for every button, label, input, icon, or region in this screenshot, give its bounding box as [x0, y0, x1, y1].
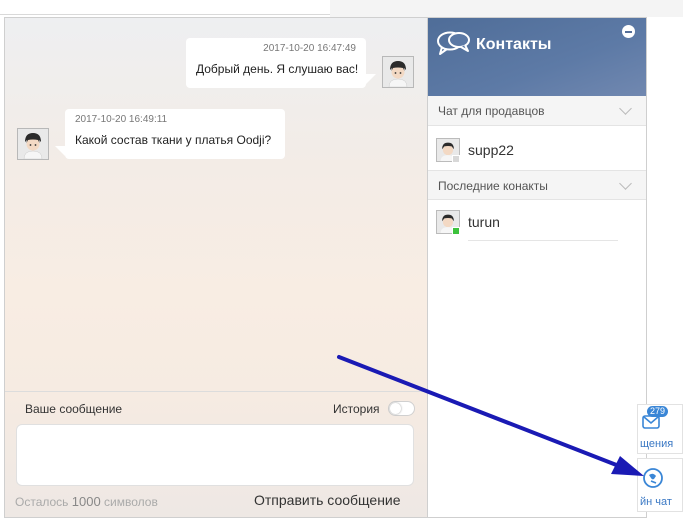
avatar	[17, 128, 49, 160]
online-chat-side-tab[interactable]: йн чат	[637, 458, 683, 512]
bubble-tail	[366, 74, 376, 84]
contacts-panel: Контакты Чат для продавцов supp22 Послед…	[427, 18, 646, 517]
section-label: Чат для продавцов	[438, 104, 545, 118]
chevron-down-icon	[619, 177, 632, 190]
avatar	[382, 56, 414, 88]
message-composer: Ваше сообщение История Осталось 1000 сим…	[5, 391, 427, 517]
section-sellers-chat[interactable]: Чат для продавцов	[428, 96, 646, 126]
chat-window: 2017-10-20 16:47:49 Добрый день. Я слуша…	[4, 17, 647, 518]
section-label: Последние конакты	[438, 179, 548, 193]
history-toggle[interactable]	[388, 401, 415, 416]
minimize-icon[interactable]	[622, 25, 635, 38]
messages-side-tab[interactable]: 279 щения	[637, 404, 683, 454]
contact-item-turun[interactable]: turun	[428, 203, 646, 241]
avatar-icon	[383, 57, 413, 87]
contacts-title: Контакты	[476, 36, 552, 53]
status-indicator-online	[452, 227, 460, 235]
toggle-knob	[390, 403, 401, 414]
divider	[468, 240, 618, 241]
chat-bubbles-icon	[437, 31, 470, 55]
contact-name: turun	[468, 214, 500, 230]
message-input[interactable]	[16, 424, 414, 486]
messages-tab-label: щения	[640, 438, 674, 450]
message-label: Ваше сообщение	[25, 402, 123, 416]
bubble-tail	[55, 146, 65, 156]
message-timestamp: 2017-10-20 16:49:11	[75, 114, 168, 125]
contacts-header: Контакты	[428, 18, 646, 96]
status-indicator-offline	[452, 155, 460, 163]
remaining-prefix: Осталось	[15, 495, 69, 509]
remaining-count: 1000	[71, 494, 101, 509]
message-text: Какой состав ткани у платья Oodji?	[75, 133, 272, 147]
top-strip	[0, 0, 330, 15]
contact-item-supp22[interactable]: supp22	[428, 131, 646, 169]
online-chat-tab-label: йн чат	[640, 496, 672, 508]
section-recent-contacts[interactable]: Последние конакты	[428, 170, 646, 200]
chevron-down-icon	[619, 102, 632, 115]
remaining-suffix: символов	[104, 495, 158, 509]
message-bubble: 2017-10-20 16:47:49 Добрый день. Я слуша…	[186, 38, 366, 88]
message-text: Добрый день. Я слушаю вас!	[196, 62, 359, 76]
remaining-characters: Осталось 1000 символов	[15, 494, 158, 509]
message-bubble: 2017-10-20 16:49:11 Какой состав ткани у…	[65, 109, 285, 159]
conversation-pane: 2017-10-20 16:47:49 Добрый день. Я слуша…	[5, 18, 427, 517]
page-background-strip	[330, 0, 683, 17]
message-timestamp: 2017-10-20 16:47:49	[263, 43, 356, 54]
online-chat-icon	[643, 468, 663, 488]
avatar-icon	[18, 129, 48, 159]
history-label: История	[333, 402, 380, 416]
contact-name: supp22	[468, 142, 514, 158]
send-message-button[interactable]: Отправить сообщение	[254, 492, 401, 508]
messages-count-badge: 279	[647, 406, 669, 417]
